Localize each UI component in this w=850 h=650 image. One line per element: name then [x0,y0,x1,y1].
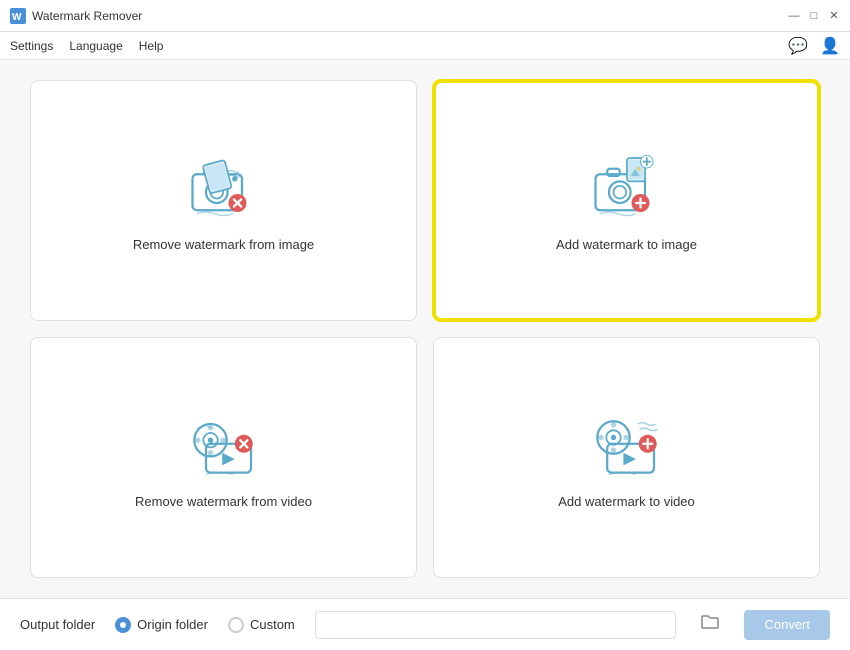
custom-radio[interactable] [228,617,244,633]
custom-option[interactable]: Custom [228,617,295,633]
convert-button[interactable]: Convert [744,610,830,640]
card-add-image-label: Add watermark to image [556,237,697,252]
remove-video-icon [179,406,269,478]
bottom-bar: Output folder Origin folder Custom Conve… [0,598,850,650]
card-remove-image-label: Remove watermark from image [133,237,314,252]
card-remove-video-label: Remove watermark from video [135,494,312,509]
output-path-input[interactable] [315,611,677,639]
radio-group: Origin folder Custom [115,617,295,633]
folder-icon [700,613,720,631]
remove-image-icon [179,149,269,221]
add-video-icon [582,406,672,478]
output-folder-label: Output folder [20,617,95,632]
menu-settings[interactable]: Settings [10,39,53,53]
card-add-video-label: Add watermark to video [558,494,695,509]
chat-icon[interactable]: 💬 [788,36,808,56]
card-remove-video[interactable]: Remove watermark from video [30,337,417,578]
maximize-button[interactable]: □ [808,10,820,22]
main-content: Remove watermark from image [0,60,850,598]
menu-bar: Settings Language Help 💬 👤 [0,32,850,60]
close-button[interactable]: ✕ [828,10,840,22]
origin-folder-option[interactable]: Origin folder [115,617,208,633]
user-icon[interactable]: 👤 [820,36,840,56]
title-bar-controls: — □ ✕ [788,10,840,22]
title-bar: W Watermark Remover — □ ✕ [0,0,850,32]
app-title: Watermark Remover [32,9,142,23]
svg-text:W: W [12,12,22,23]
menu-bar-right: 💬 👤 [788,36,840,56]
origin-folder-radio[interactable] [115,617,131,633]
browse-folder-button[interactable] [696,611,724,638]
cards-grid: Remove watermark from image [30,80,820,578]
title-bar-left: W Watermark Remover [10,8,142,24]
menu-help[interactable]: Help [139,39,164,53]
origin-folder-label: Origin folder [137,617,208,632]
menu-language[interactable]: Language [69,39,122,53]
card-add-video[interactable]: Add watermark to video [433,337,820,578]
card-remove-image[interactable]: Remove watermark from image [30,80,417,321]
add-image-icon [582,149,672,221]
app-icon: W [10,8,26,24]
card-add-image[interactable]: Add watermark to image [433,80,820,321]
custom-label: Custom [250,617,295,632]
minimize-button[interactable]: — [788,10,800,22]
